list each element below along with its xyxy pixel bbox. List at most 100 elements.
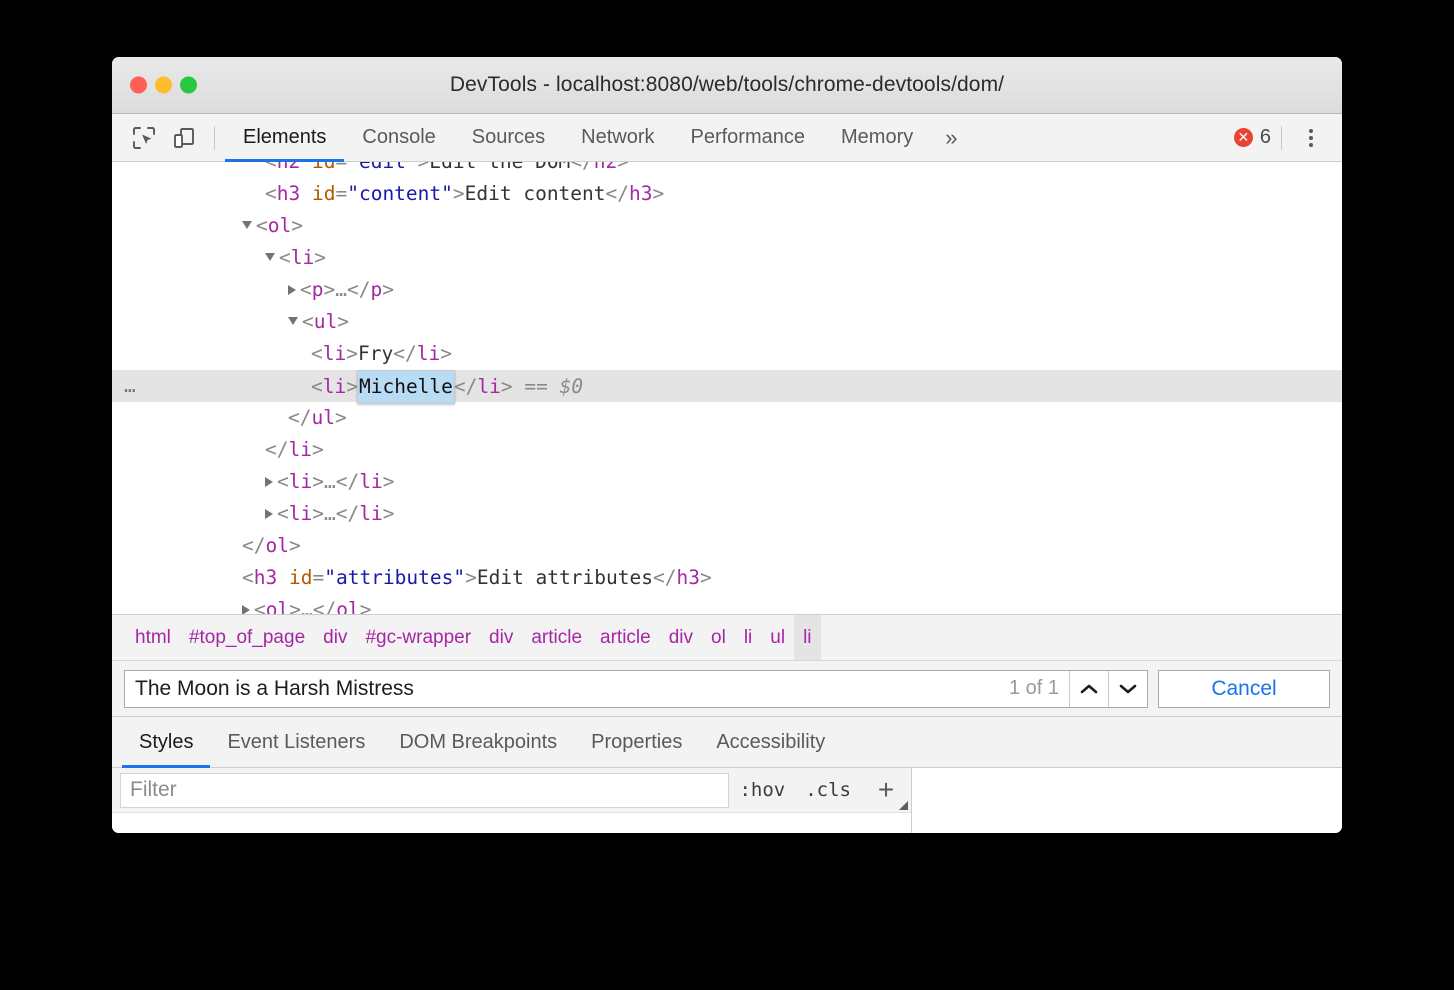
error-x-icon: ✕	[1233, 128, 1253, 147]
token-punc: >	[452, 182, 465, 205]
breadcrumb-item-div[interactable]: div	[660, 615, 702, 660]
devtools-window: DevTools - localhost:8080/web/tools/chro…	[112, 57, 1342, 833]
token-punc: >	[311, 438, 324, 461]
minimize-window-button[interactable]	[155, 76, 172, 94]
tab-console-label: Console	[362, 126, 436, 148]
dom-node-ol-open[interactable]: <ol>	[112, 210, 1342, 242]
expand-triangle-icon[interactable]	[265, 477, 273, 487]
dom-node-ol-collapsed-bottom[interactable]: <ol>…</ol>	[112, 594, 1342, 614]
tab-console[interactable]: Console	[344, 114, 453, 161]
dom-node-ul-open[interactable]: <ul>	[112, 306, 1342, 338]
dom-node-li-open[interactable]: <li>	[112, 242, 1342, 274]
sidebar-tab-styles[interactable]: Styles	[122, 717, 211, 768]
breadcrumb-item-html[interactable]: html	[126, 615, 180, 660]
toggle-element-state-button[interactable]: :hov	[729, 779, 795, 801]
styles-rules-column: :hov .cls +	[112, 768, 912, 833]
dom-node-p-collapsed[interactable]: <p>…</p>	[112, 274, 1342, 306]
token-punc	[277, 566, 289, 589]
token-punc: </	[347, 278, 371, 301]
tab-performance-label: Performance	[690, 126, 806, 148]
dom-tree-panel[interactable]: <h2 id="edit">Edit the DOM</h2><h3 id="c…	[112, 162, 1342, 614]
token-tagname: h2	[277, 162, 300, 173]
collapse-triangle-icon[interactable]	[265, 253, 275, 261]
dom-node-h3-content[interactable]: <h3 id="content">Edit content</h3>	[112, 178, 1342, 210]
token-punc: >	[288, 534, 301, 557]
inspect-element-icon[interactable]	[124, 118, 164, 158]
search-input[interactable]	[125, 670, 999, 707]
dom-node-li-collapsed-1[interactable]: <li>…</li>	[112, 466, 1342, 498]
sidebar-tab-event-listeners[interactable]: Event Listeners	[210, 717, 382, 767]
dom-node-li-collapsed-2[interactable]: <li>…</li>	[112, 498, 1342, 530]
tab-elements-label: Elements	[243, 126, 327, 148]
dom-node-li-michelle[interactable]: … <li>Michelle</li> == $0	[112, 370, 1342, 404]
collapse-triangle-icon[interactable]	[242, 221, 252, 229]
token-punc: >	[359, 598, 372, 614]
breadcrumb-item-article[interactable]: article	[591, 615, 660, 660]
tab-elements[interactable]: Elements	[225, 114, 345, 162]
tab-performance[interactable]: Performance	[673, 114, 824, 161]
expand-triangle-icon[interactable]	[242, 605, 250, 614]
tab-sources[interactable]: Sources	[454, 114, 563, 161]
token-attrv: "edit"	[347, 162, 417, 173]
sidebar-tab-properties-label: Properties	[591, 730, 683, 753]
token-tagname: ol	[267, 214, 292, 237]
breadcrumb-item-li[interactable]: li	[735, 615, 761, 660]
sidebar-tab-properties[interactable]: Properties	[574, 717, 699, 767]
token-txt: Edit content	[464, 182, 606, 205]
breadcrumb-item-div[interactable]: div	[480, 615, 522, 660]
token-tagname: ul	[313, 310, 338, 333]
tab-memory-label: Memory	[841, 126, 914, 148]
dom-node-ul-close[interactable]: </ul>	[112, 402, 1342, 434]
token-tagname: li	[288, 470, 313, 493]
error-count-badge[interactable]: ✕ 6	[1233, 126, 1271, 149]
token-attrv: "content"	[347, 182, 453, 205]
new-style-rule-button[interactable]: +	[861, 768, 911, 813]
breadcrumb-item-ol[interactable]: ol	[702, 615, 735, 660]
dom-node-content: <ol>	[112, 214, 303, 237]
search-match-count: 1 of 1	[1008, 677, 1059, 699]
styles-filter-input[interactable]	[120, 772, 730, 808]
tab-memory[interactable]: Memory	[823, 114, 931, 161]
vertical-dots-menu-icon[interactable]	[1292, 119, 1330, 157]
token-tagname: ol	[265, 534, 289, 557]
dom-node-ol-close[interactable]: </ol>	[112, 530, 1342, 562]
dom-node-content: <ol>…</ol>	[112, 598, 371, 614]
breadcrumb-item-article[interactable]: article	[522, 615, 591, 660]
search-field-wrapper: 1 of 1	[124, 669, 1148, 708]
dom-node-h2-edit[interactable]: <h2 id="edit">Edit the DOM</h2>	[112, 162, 1342, 178]
dom-node-content: </li>	[112, 438, 324, 461]
expand-triangle-icon[interactable]	[265, 509, 273, 519]
collapse-triangle-icon[interactable]	[288, 317, 298, 325]
close-window-button[interactable]	[130, 76, 147, 94]
resize-grip-icon[interactable]	[899, 800, 908, 810]
more-tabs-icon[interactable]: »	[931, 114, 971, 161]
traffic-light-group	[130, 76, 197, 94]
breadcrumb-item--gc-wrapper[interactable]: #gc-wrapper	[356, 615, 480, 660]
token-tagname: li	[359, 470, 383, 493]
breadcrumb-item-div[interactable]: div	[314, 615, 356, 660]
tab-network[interactable]: Network	[563, 114, 672, 161]
token-punc: >	[291, 214, 303, 237]
cancel-search-button[interactable]: Cancel	[1158, 669, 1330, 708]
breadcrumb-item--top-of-page[interactable]: #top_of_page	[180, 615, 314, 660]
device-toolbar-icon[interactable]	[164, 118, 204, 158]
search-prev-button[interactable]	[1069, 670, 1108, 707]
sidebar-tab-dom-breakpoints[interactable]: DOM Breakpoints	[382, 717, 574, 767]
breadcrumb-item-li[interactable]: li	[794, 615, 821, 660]
search-next-button[interactable]	[1108, 670, 1147, 707]
zoom-window-button[interactable]	[180, 76, 197, 94]
dom-node-content: <li>…</li>	[112, 502, 394, 525]
sidebar-tab-accessibility[interactable]: Accessibility	[699, 717, 842, 767]
dom-node-h3-attributes[interactable]: <h3 id="attributes">Edit attributes</h3>	[112, 562, 1342, 594]
dom-text-edit-field[interactable]: Michelle	[356, 370, 455, 404]
dom-node-li-close[interactable]: </li>	[112, 434, 1342, 466]
dom-node-li-fry[interactable]: <li>Fry</li>	[112, 338, 1342, 370]
token-punc: </	[652, 566, 677, 589]
error-count-label: 6	[1259, 126, 1271, 148]
element-classes-button[interactable]: .cls	[795, 779, 861, 801]
dot	[1309, 128, 1313, 133]
token-punc: <	[300, 278, 312, 301]
token-punc: >	[617, 162, 629, 173]
expand-triangle-icon[interactable]	[288, 285, 296, 295]
breadcrumb-item-ul[interactable]: ul	[761, 615, 794, 660]
